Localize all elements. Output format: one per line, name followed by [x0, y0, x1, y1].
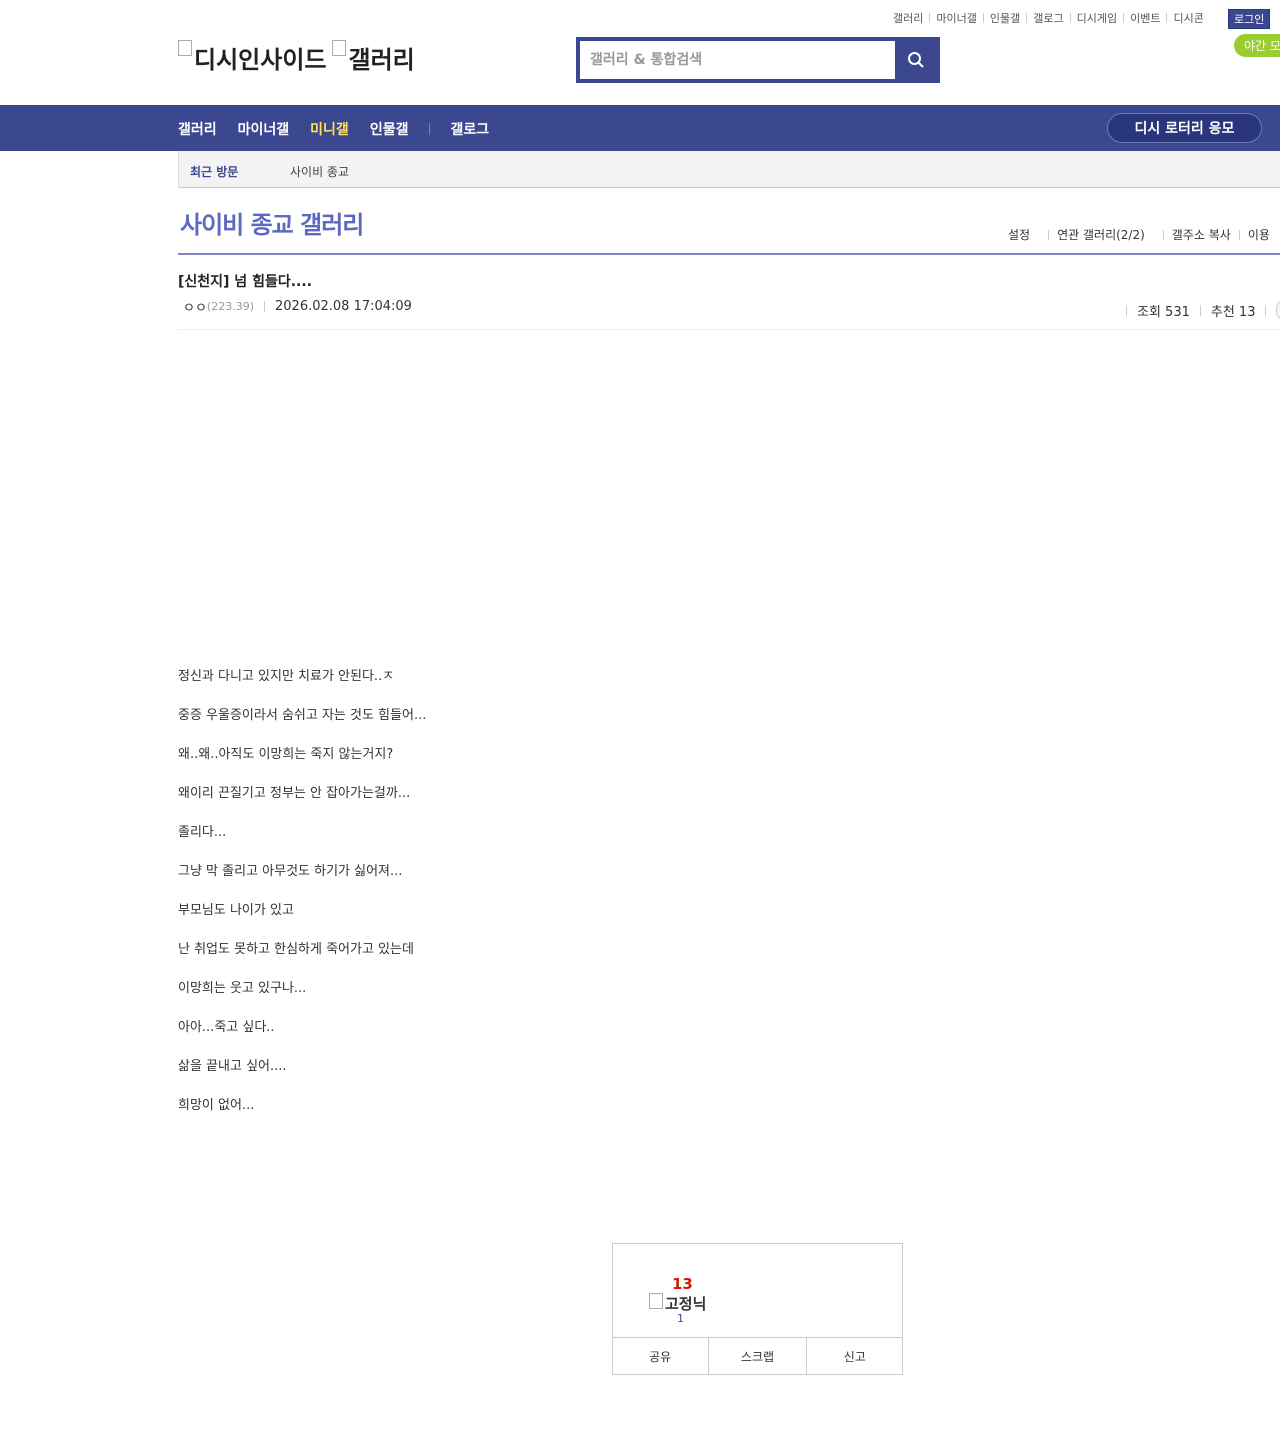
nav-divider — [429, 123, 431, 135]
recent-visit-label[interactable]: 최근 방문 — [190, 163, 238, 180]
post-line: 졸리다... — [178, 825, 227, 840]
top-link-person[interactable]: 인물갤 — [990, 10, 1020, 26]
post-ip: (223.39) — [206, 300, 254, 313]
comment-button[interactable]: 댓 — [1276, 299, 1280, 321]
scrap-button[interactable]: 스크랩 — [709, 1338, 807, 1375]
post-date: 2026.02.08 17:04:09 — [275, 299, 412, 314]
search-button[interactable] — [895, 41, 936, 79]
logo-section: 갤러리 — [332, 40, 414, 75]
fixed-nick-recommend-button[interactable]: 고정닉 — [649, 1293, 706, 1314]
recommend-count: 13 — [672, 1275, 693, 1293]
report-button[interactable]: 신고 — [807, 1338, 903, 1375]
nav-person[interactable]: 인물갤 — [370, 119, 409, 139]
logo-site: 디시인사이드 — [178, 40, 326, 75]
post-line: 정신과 다니고 있지만 치료가 안된다..ㅈ — [178, 669, 395, 684]
top-link-gallery[interactable]: 갤러리 — [893, 10, 923, 26]
gallery-menu: 설정 연관 갤러리(2/2) 갤주소 복사 이용 — [1008, 226, 1270, 243]
login-button[interactable]: 로그인 — [1228, 9, 1271, 29]
search-icon — [907, 52, 924, 68]
post-line: 부모님도 나이가 있고 — [178, 903, 294, 918]
top-link-minor[interactable]: 마이너갤 — [936, 10, 976, 26]
copy-gallery-url[interactable]: 갤주소 복사 — [1172, 226, 1231, 243]
nav-gallery[interactable]: 갤러리 — [178, 119, 217, 139]
post-author[interactable]: ㅇㅇ — [183, 297, 207, 316]
gallery-usage[interactable]: 이용 — [1248, 226, 1270, 243]
fixed-nick-count: 1 — [677, 1312, 684, 1325]
lottery-button[interactable]: 디시 로터리 응모 — [1107, 113, 1262, 143]
nav-mini[interactable]: 미니갤 — [310, 119, 349, 139]
post-recommends: 추천 13 — [1210, 304, 1256, 320]
post-line: 난 취업도 못하고 한심하게 죽어가고 있는데 — [178, 942, 414, 957]
nav-gallog[interactable]: 갤로그 — [450, 119, 489, 139]
post-stats: 조회 531 추천 13 댓 — [1116, 299, 1280, 321]
post-line: 삶을 끝내고 싶어.... — [178, 1059, 287, 1074]
post-line: 왜이리 끈질기고 정부는 안 잡아가는걸까... — [178, 786, 411, 801]
post-line: 그냥 막 졸리고 아무것도 하기가 싫어져... — [178, 864, 403, 879]
top-link-event[interactable]: 이벤트 — [1130, 10, 1160, 26]
top-links: 갤러리 마이너갤 인물갤 갤로그 디시게임 이벤트 디시콘 — [893, 10, 1204, 26]
post-views: 조회 531 — [1137, 304, 1190, 320]
post-line: 희망이 없어... — [178, 1098, 255, 1113]
logo[interactable]: 디시인사이드 갤러리 — [178, 40, 415, 75]
share-button[interactable]: 공유 — [612, 1338, 710, 1375]
related-galleries[interactable]: 연관 갤러리(2/2) — [1057, 226, 1145, 243]
post-line: 아아...죽고 싶다.. — [178, 1020, 275, 1035]
post-title: [신천지] 넘 힘들다.... — [178, 274, 312, 290]
night-mode-button[interactable]: 야간 모드 — [1234, 34, 1280, 57]
search-box — [576, 37, 940, 83]
main-nav: 갤러리 마이너갤 미니갤 인물갤 갤로그 — [178, 119, 510, 139]
recent-visit-item[interactable]: 사이비 종교 — [290, 163, 349, 180]
post-body: 정신과 다니고 있지만 치료가 안된다..ㅈ 중증 우울증이라서 숨쉬고 자는 … — [178, 668, 426, 1136]
post-author-info: ㅇㅇ (223.39) 2026.02.08 17:04:09 — [183, 297, 412, 316]
nav-minor[interactable]: 마이너갤 — [238, 119, 290, 139]
post-line: 이망희는 웃고 있구나... — [178, 981, 307, 996]
search-input[interactable] — [580, 41, 895, 79]
recommend-actions: 공유 스크랩 신고 — [612, 1337, 903, 1375]
gallery-title[interactable]: 사이비 종교 갤러리 — [180, 205, 364, 240]
post-line: 중증 우울증이라서 숨쉬고 자는 것도 힘들어... — [178, 708, 427, 723]
post-header-divider — [178, 329, 1280, 330]
gallery-settings[interactable]: 설정 — [1008, 226, 1030, 243]
top-link-dccon[interactable]: 디시콘 — [1173, 10, 1203, 26]
top-link-game[interactable]: 디시게임 — [1077, 10, 1117, 26]
top-link-gallog[interactable]: 갤로그 — [1033, 10, 1063, 26]
title-divider — [178, 253, 1280, 255]
post-line: 왜..왜..아직도 이망희는 죽지 않는거지? — [178, 747, 394, 762]
